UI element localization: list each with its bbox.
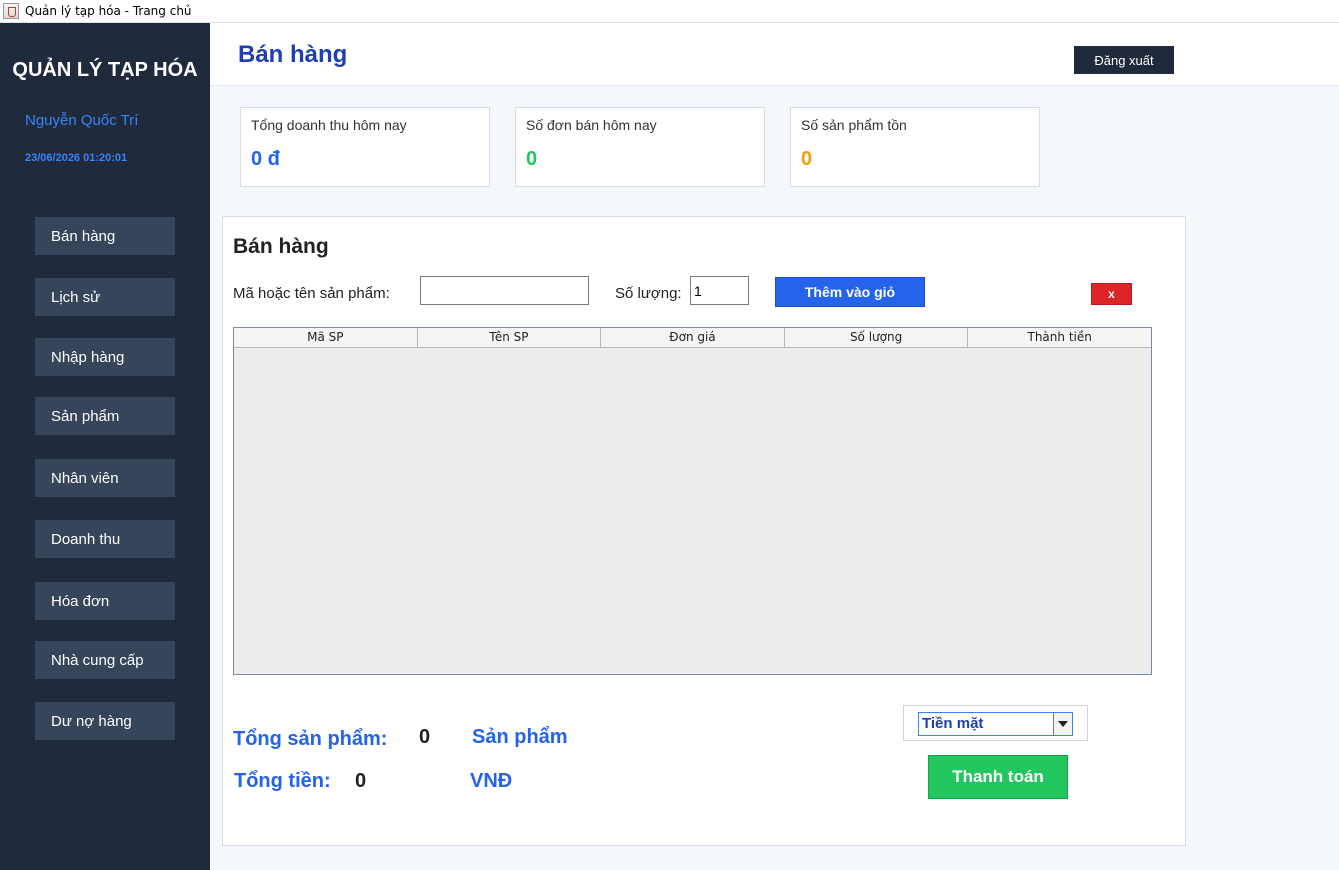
sidebar-item-du-no-hang[interactable]: Dư nợ hàng <box>35 702 175 740</box>
sidebar-item-hoa-don[interactable]: Hóa đơn <box>35 582 175 620</box>
sidebar-item-label: Nhập hàng <box>51 348 125 366</box>
column-header-ma-sp[interactable]: Mã SP <box>234 328 418 347</box>
stat-label: Số sản phẩm tồn <box>801 117 907 133</box>
sidebar-item-label: Bán hàng <box>51 227 116 245</box>
stat-label: Tổng doanh thu hôm nay <box>251 117 407 133</box>
sidebar: QUẢN LÝ TẠP HÓA Nguyễn Quốc Trí 23/06/20… <box>0 23 210 870</box>
cart-table[interactable]: Mã SP Tên SP Đơn giá Số lượng Thành tiền <box>233 327 1152 675</box>
sidebar-item-doanh-thu[interactable]: Doanh thu <box>35 520 175 558</box>
current-datetime: 23/06/2026 01:20:01 <box>25 152 128 164</box>
sidebar-item-san-pham[interactable]: Sản phẩm <box>35 397 175 435</box>
sidebar-item-label: Dư nợ hàng <box>51 712 132 730</box>
stat-card-orders-today: Số đơn bán hôm nay 0 <box>515 107 765 187</box>
quantity-label: Số lượng: <box>615 285 682 302</box>
stat-value: 0 đ <box>251 148 280 170</box>
stat-value: 0 <box>526 148 538 170</box>
app-name: QUẢN LÝ TẠP HÓA <box>12 59 198 81</box>
cart-table-header: Mã SP Tên SP Đơn giá Số lượng Thành tiền <box>234 328 1151 348</box>
cart-table-body[interactable] <box>234 348 1151 674</box>
stat-value: 0 <box>801 148 813 170</box>
sidebar-item-ban-hang[interactable]: Bán hàng <box>35 217 175 255</box>
sidebar-item-label: Doanh thu <box>51 530 121 548</box>
sidebar-item-label: Nhà cung cấp <box>51 651 144 669</box>
quantity-input[interactable] <box>690 276 749 305</box>
column-header-so-luong[interactable]: Số lượng <box>785 328 969 347</box>
product-search-input[interactable] <box>420 276 589 305</box>
add-to-cart-button[interactable]: Thêm vào giỏ <box>775 277 925 307</box>
column-header-ten-sp[interactable]: Tên SP <box>418 328 602 347</box>
sidebar-item-nhan-vien[interactable]: Nhân viên <box>35 459 175 497</box>
sidebar-item-label: Sản phẩm <box>51 407 120 425</box>
window-titlebar: Quản lý tạp hóa - Trang chủ <box>0 0 1339 23</box>
total-products-value: 0 <box>419 726 431 748</box>
total-products-unit: Sản phẩm <box>472 726 568 748</box>
logout-button[interactable]: Đăng xuất <box>1074 46 1174 74</box>
total-products-label: Tổng sản phẩm: <box>233 728 388 750</box>
sidebar-item-nha-cung-cap[interactable]: Nhà cung cấp <box>35 641 175 679</box>
checkout-button[interactable]: Thanh toán <box>928 755 1068 799</box>
sidebar-item-label: Lịch sử <box>51 288 101 306</box>
stat-card-stock-products: Số sản phẩm tồn 0 <box>790 107 1040 187</box>
chevron-down-icon[interactable] <box>1053 713 1072 735</box>
payment-method-container: Tiền mặt <box>903 705 1088 741</box>
window-title: Quản lý tạp hóa - Trang chủ <box>25 4 192 18</box>
product-search-label: Mã hoặc tên sản phẩm: <box>233 285 390 302</box>
stat-card-revenue-today: Tổng doanh thu hôm nay 0 đ <box>240 107 490 187</box>
column-header-thanh-tien[interactable]: Thành tiền <box>968 328 1151 347</box>
sidebar-item-label: Nhân viên <box>51 469 119 487</box>
stat-label: Số đơn bán hôm nay <box>526 117 657 133</box>
sidebar-item-nhap-hang[interactable]: Nhập hàng <box>35 338 175 376</box>
user-name: Nguyễn Quốc Trí <box>25 112 139 129</box>
page-title: Bán hàng <box>238 41 348 68</box>
sidebar-item-label: Hóa đơn <box>51 592 110 610</box>
page-header: Bán hàng Đăng xuất <box>210 23 1339 86</box>
total-money-label: Tổng tiền: <box>234 770 331 792</box>
total-money-unit: VNĐ <box>470 770 513 792</box>
total-money-value: 0 <box>355 770 367 792</box>
remove-item-button[interactable]: x <box>1091 283 1132 305</box>
sale-panel: Bán hàng Mã hoặc tên sản phẩm: Số lượng:… <box>222 216 1186 846</box>
payment-method-value: Tiền mặt <box>922 715 984 732</box>
payment-method-select[interactable]: Tiền mặt <box>918 712 1073 736</box>
sidebar-item-lich-su[interactable]: Lịch sử <box>35 278 175 316</box>
column-header-don-gia[interactable]: Đơn giá <box>601 328 785 347</box>
sale-panel-title: Bán hàng <box>233 235 329 258</box>
java-app-icon <box>3 3 19 19</box>
